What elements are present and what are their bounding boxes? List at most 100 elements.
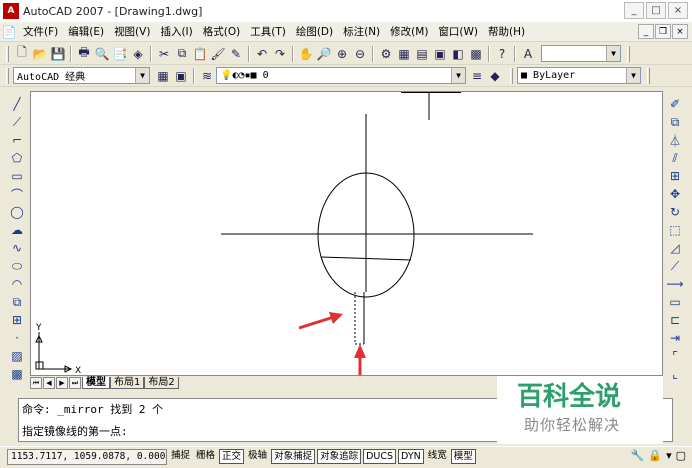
first-tab-icon[interactable]: ⏮: [30, 377, 42, 389]
ellipse-arc-icon[interactable]: ◠: [8, 275, 26, 293]
color-control-combo[interactable]: ■ ByLayer ▼: [517, 67, 641, 84]
ortho-toggle[interactable]: 正交: [219, 449, 245, 464]
next-tab-icon[interactable]: ▶: [56, 377, 68, 389]
tab-layout2[interactable]: 布局2: [144, 377, 179, 389]
text-style-icon[interactable]: A: [519, 45, 537, 63]
polygon-icon[interactable]: ⬠: [8, 149, 26, 167]
grid-toggle[interactable]: 栅格: [194, 449, 217, 464]
close-button[interactable]: ×: [668, 2, 688, 19]
match-properties-icon[interactable]: 🖌: [209, 45, 227, 63]
clean-screen-icon[interactable]: ▢: [676, 449, 686, 462]
zoom-previous-icon[interactable]: ⊖: [351, 45, 369, 63]
3d-publish-icon[interactable]: ◈: [129, 45, 147, 63]
communication-center-icon[interactable]: 🔧: [631, 449, 645, 462]
stretch-icon[interactable]: ◿: [666, 239, 684, 257]
zoom-realtime-icon[interactable]: 🔎: [315, 45, 333, 63]
snap-toggle[interactable]: 捕捉: [169, 449, 192, 464]
fillet-icon[interactable]: ⌞: [666, 365, 684, 383]
chevron-down-icon[interactable]: ▼: [626, 68, 640, 83]
preview-icon[interactable]: 🔍: [93, 45, 111, 63]
array-icon[interactable]: ⊞: [666, 167, 684, 185]
scale-icon[interactable]: ⬚: [666, 221, 684, 239]
toolbar-grip[interactable]: [627, 45, 630, 62]
toolbar-grip[interactable]: [6, 45, 9, 62]
model-toggle[interactable]: 模型: [450, 449, 476, 464]
ellipse-icon[interactable]: ⬭: [8, 257, 26, 275]
erase-icon[interactable]: ✐: [666, 95, 684, 113]
new-icon[interactable]: 🗋: [13, 45, 31, 63]
block-editor-icon[interactable]: ✎: [227, 45, 245, 63]
hatch-icon[interactable]: ▨: [8, 347, 26, 365]
cut-icon[interactable]: ✂: [155, 45, 173, 63]
chevron-down-icon[interactable]: ▼: [135, 68, 149, 83]
menu-tools[interactable]: 工具(T): [245, 24, 291, 39]
doc-minimize-button[interactable]: _: [638, 24, 654, 39]
menu-window[interactable]: 窗口(W): [433, 24, 483, 39]
layer-previous-icon[interactable]: ◆: [486, 67, 504, 85]
save-icon[interactable]: 💾: [49, 45, 67, 63]
copy-icon[interactable]: ⧉: [173, 45, 191, 63]
pan-icon[interactable]: ✋: [297, 45, 315, 63]
layer-manager-icon[interactable]: ≋: [198, 67, 216, 85]
properties-icon[interactable]: ⚙: [377, 45, 395, 63]
toolbar-grip[interactable]: [510, 67, 513, 84]
polyline-icon[interactable]: ⌐: [8, 131, 26, 149]
make-layer-current-icon[interactable]: ≡: [468, 67, 486, 85]
gradient-icon[interactable]: ▩: [8, 365, 26, 383]
menu-format[interactable]: 格式(O): [198, 24, 245, 39]
tab-model[interactable]: 模型: [82, 377, 110, 389]
coordinate-readout[interactable]: 1153.7117, 1059.0878, 0.0000: [7, 448, 167, 465]
maximize-button[interactable]: □: [646, 2, 666, 19]
chevron-down-icon[interactable]: ▾: [666, 449, 672, 462]
chevron-down-icon[interactable]: ▼: [606, 46, 620, 61]
markup-icon[interactable]: ◧: [449, 45, 467, 63]
menu-edit[interactable]: 编辑(E): [63, 24, 109, 39]
break-at-point-icon[interactable]: ▭: [666, 293, 684, 311]
osnap-toggle[interactable]: 对象捕捉: [271, 449, 316, 464]
workspace-save-icon[interactable]: ▣: [172, 67, 190, 85]
break-icon[interactable]: ⊏: [666, 311, 684, 329]
workspace-settings-icon[interactable]: ▦: [154, 67, 172, 85]
toolbar-grip[interactable]: [6, 67, 9, 84]
copy-object-icon[interactable]: ⧉: [666, 113, 684, 131]
undo-icon[interactable]: ↶: [253, 45, 271, 63]
menu-help[interactable]: 帮助(H): [483, 24, 530, 39]
workspace-combo[interactable]: AutoCAD 经典 ▼: [13, 67, 150, 84]
insert-block-icon[interactable]: ⧉: [8, 293, 26, 311]
design-center-icon[interactable]: ▦: [395, 45, 413, 63]
move-icon[interactable]: ✥: [666, 185, 684, 203]
menu-dimension[interactable]: 标注(N): [338, 24, 385, 39]
toolbar-grip[interactable]: [647, 67, 650, 84]
menu-modify[interactable]: 修改(M): [385, 24, 433, 39]
redo-icon[interactable]: ↷: [271, 45, 289, 63]
ducs-toggle[interactable]: DUCS: [363, 449, 397, 464]
tool-palettes-icon[interactable]: ▤: [413, 45, 431, 63]
last-tab-icon[interactable]: ⏭: [69, 377, 81, 389]
open-icon[interactable]: 📂: [31, 45, 49, 63]
command-prompt-line[interactable]: 指定镜像线的第一点:: [19, 425, 128, 439]
menu-insert[interactable]: 插入(I): [155, 24, 197, 39]
polar-toggle[interactable]: 极轴: [246, 449, 269, 464]
publish-icon[interactable]: 📑: [111, 45, 129, 63]
text-style-combo[interactable]: ▼: [541, 45, 621, 62]
dyn-toggle[interactable]: DYN: [398, 449, 424, 464]
trim-icon[interactable]: ⟋: [666, 257, 684, 275]
layer-combo[interactable]: 💡◐◔▪■ 0 ▼: [216, 67, 466, 84]
zoom-window-icon[interactable]: ⊕: [333, 45, 351, 63]
drawing-canvas[interactable]: Y X: [30, 91, 663, 376]
make-block-icon[interactable]: ⊞: [8, 311, 26, 329]
arc-icon[interactable]: ⌒: [8, 185, 26, 203]
point-icon[interactable]: ·: [8, 329, 26, 347]
doc-restore-button[interactable]: ❐: [655, 24, 671, 39]
line-icon[interactable]: ╱: [8, 95, 26, 113]
menu-view[interactable]: 视图(V): [109, 24, 155, 39]
mirror-icon[interactable]: ⏃: [666, 131, 684, 149]
offset-icon[interactable]: ⫽: [666, 149, 684, 167]
help-icon[interactable]: ?: [493, 45, 511, 63]
spline-icon[interactable]: ∿: [8, 239, 26, 257]
tab-layout1[interactable]: 布局1: [110, 377, 145, 389]
menu-draw[interactable]: 绘图(D): [291, 24, 338, 39]
revision-cloud-icon[interactable]: ☁: [8, 221, 26, 239]
paste-icon[interactable]: 📋: [191, 45, 209, 63]
rectangle-icon[interactable]: ▭: [8, 167, 26, 185]
